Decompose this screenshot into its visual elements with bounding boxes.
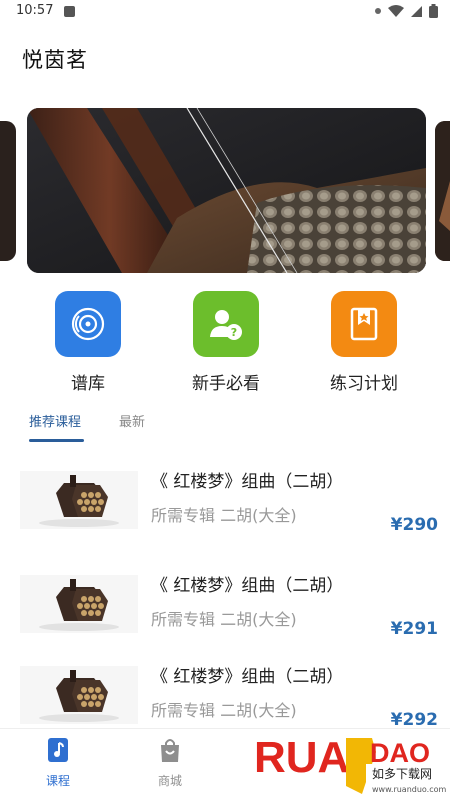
quick-link-label: 新手必看 xyxy=(192,374,260,394)
banner-next-slide[interactable] xyxy=(435,121,450,261)
notification-icon xyxy=(64,6,75,17)
course-tabs: 推荐课程 最新 xyxy=(0,405,450,445)
nav-item-courses[interactable]: 课程 xyxy=(28,737,88,789)
course-title: 《 红楼梦》组曲（二胡） xyxy=(151,472,344,492)
erhu-photo-icon xyxy=(27,108,426,273)
course-price: ¥290 xyxy=(390,515,438,535)
quick-link-label: 谱库 xyxy=(71,374,105,394)
course-required-album: 所需专辑 二胡(大全) xyxy=(151,610,297,629)
nav-label: 商城 xyxy=(157,774,182,788)
course-title: 《 红楼梦》组曲（二胡） xyxy=(151,576,344,596)
disc-icon xyxy=(55,291,121,357)
course-price: ¥291 xyxy=(390,619,438,639)
cell-signal-icon xyxy=(411,5,422,17)
app-title: 悦茵茗 xyxy=(22,48,88,72)
bookmark-star-icon xyxy=(331,291,397,357)
svg-text:DAO: DAO xyxy=(370,738,430,768)
quick-link-label: 练习计划 xyxy=(330,374,398,394)
svg-text:www.ruanduo.com: www.ruanduo.com xyxy=(372,785,447,794)
nav-item-shop[interactable]: 商城 xyxy=(140,737,200,789)
user-question-icon: ? xyxy=(193,291,259,357)
status-indicators xyxy=(374,4,438,18)
wifi-icon xyxy=(388,4,404,17)
course-title: 《 红楼梦》组曲（二胡） xyxy=(151,667,344,687)
erhu-drum-thumbnail-icon xyxy=(20,666,138,724)
erhu-drum-thumbnail-icon xyxy=(20,575,138,633)
quick-link-score-library[interactable]: 谱库 xyxy=(33,291,143,394)
banner-image[interactable] xyxy=(27,108,426,273)
svg-text:RUA: RUA xyxy=(254,733,349,782)
battery-icon xyxy=(429,4,438,18)
quick-link-beginner-guide[interactable]: ? 新手必看 xyxy=(171,291,281,394)
tab-recommended[interactable]: 推荐课程 xyxy=(29,411,81,430)
banner-prev-slide[interactable] xyxy=(0,121,16,261)
course-item[interactable]: 《 红楼梦》组曲（二胡） 所需专辑 二胡(大全) ¥290 xyxy=(0,459,450,555)
quick-link-practice-plan[interactable]: 练习计划 xyxy=(309,291,419,394)
music-note-icon xyxy=(48,738,68,762)
status-bar: 10:57 xyxy=(0,0,450,24)
tab-active-indicator xyxy=(29,439,84,442)
course-required-album: 所需专辑 二胡(大全) xyxy=(151,506,297,525)
course-item[interactable]: 《 红楼梦》组曲（二胡） 所需专辑 二胡(大全) ¥291 xyxy=(0,563,450,659)
status-time: 10:57 xyxy=(16,3,54,18)
shopping-bag-icon xyxy=(161,739,179,762)
watermark-logo: RUA DAO 如多下载网 www.ruanduo.com xyxy=(250,716,450,800)
signal-dot-icon xyxy=(375,8,381,14)
tab-latest[interactable]: 最新 xyxy=(119,411,145,430)
erhu-drum-thumbnail-icon xyxy=(20,471,138,529)
svg-text:如多下载网: 如多下载网 xyxy=(372,766,432,781)
svg-text:?: ? xyxy=(231,326,237,339)
nav-label: 课程 xyxy=(45,774,70,788)
